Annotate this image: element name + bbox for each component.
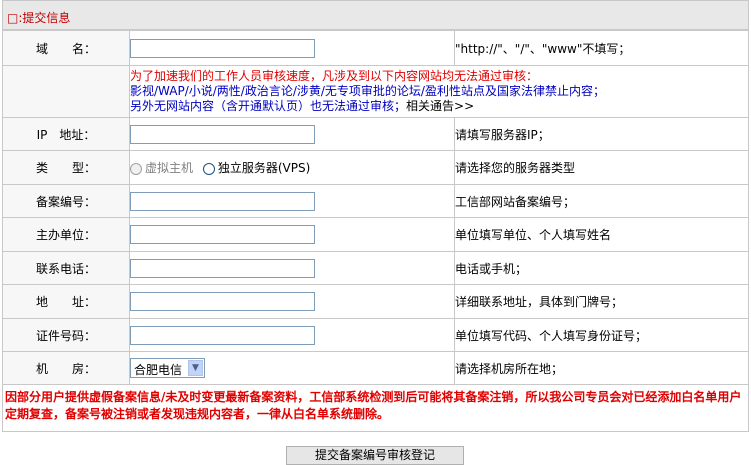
chevron-down-icon[interactable]: ▼ [188,360,203,376]
room-hint: 请选择机房所在地； [454,351,749,385]
notice-line2: 影视/WAP/小说/两性/政治言论/涉黄/无专项审批的论坛/盈利性站点及国家法律… [130,84,605,98]
domain-input[interactable] [130,38,315,58]
phone-input[interactable] [130,258,315,278]
cert-hint: 单位填写代码、个人填写身份证号； [454,318,749,352]
form-row-record-no: 备案编号： 工信部网站备案编号； [2,184,749,218]
room-select[interactable]: 合肥电信 ▼ [130,358,205,378]
type-label: 类 型： [2,150,130,185]
phone-hint: 电话或手机； [454,251,749,285]
room-selected-value: 合肥电信 [134,363,183,377]
form-row-room: 机 房： 合肥电信 ▼ 请选择机房所在地； [2,351,749,385]
address-hint: 详细联系地址，具体到门牌号； [454,284,749,319]
address-label: 地 址： [2,284,130,319]
form-row-domain: 域 名： "http://"、"/"、"www"不填写； [2,30,749,66]
domain-label: 域 名： [2,30,130,66]
record-no-input[interactable] [130,191,315,211]
notice-line3: 另外无网站内容（含开通默认页）也无法通过审核； [130,99,407,113]
section-header: □:提交信息 [2,0,749,30]
warning-text: 因部分用户提供虚假备案信息/未及时变更最新备案资料，工信部系统检测到后可能将其备… [5,390,742,421]
form-row-phone: 联系电话： 电话或手机； [2,251,749,285]
registration-form: 域 名： "http://"、"/"、"www"不填写； 为了加速我们的工作人员… [2,30,749,385]
ip-hint: 请填写服务器IP； [454,117,749,151]
form-row-ip: IP 地址： 请填写服务器IP； [2,117,749,151]
virtual-host-radio[interactable] [130,162,142,175]
vps-label: 独立服务器(VPS) [217,161,311,175]
form-row-notice: 为了加速我们的工作人员审核速度，凡涉及到以下内容网站均无法通过审核： 影视/WA… [2,65,749,118]
sponsor-hint: 单位填写单位、个人填写姓名 [454,217,749,252]
phone-label: 联系电话： [2,251,130,285]
domain-hint: "http://"、"/"、"www"不填写； [454,30,749,66]
notice-block: 为了加速我们的工作人员审核速度，凡涉及到以下内容网站均无法通过审核： 影视/WA… [129,65,749,118]
virtual-host-label: 虚拟主机 [145,161,194,175]
form-row-type: 类 型： 虚拟主机 独立服务器(VPS) 请选择您的服务器类型 [2,150,749,185]
address-input[interactable] [130,292,315,311]
form-row-address: 地 址： 详细联系地址，具体到门牌号； [2,284,749,319]
form-row-cert: 证件号码： 单位填写代码、个人填写身份证号； [2,318,749,352]
notice-line1: 为了加速我们的工作人员审核速度，凡涉及到以下内容网站均无法通过审核： [130,69,539,83]
ip-input[interactable] [130,124,315,144]
cert-input[interactable] [130,325,315,345]
notice-link[interactable]: 相关通告>> [406,99,474,113]
cert-label: 证件号码： [2,318,130,352]
section-title: □:提交信息 [7,11,71,25]
sponsor-label: 主办单位： [2,217,130,252]
vps-radio[interactable] [202,162,215,175]
ip-label: IP 地址： [2,117,130,151]
form-row-sponsor: 主办单位： 单位填写单位、个人填写姓名 [2,217,749,252]
form-frame: □:提交信息 域 名： "http://"、"/"、"www"不填写； 为了加速… [2,0,749,465]
record-no-hint: 工信部网站备案编号； [454,184,749,218]
sponsor-input[interactable] [130,225,315,244]
room-label: 机 房： [2,351,130,385]
record-no-label: 备案编号： [2,184,130,218]
submit-button[interactable]: 提交备案编号审核登记 [286,446,464,465]
type-hint: 请选择您的服务器类型 [454,150,749,185]
